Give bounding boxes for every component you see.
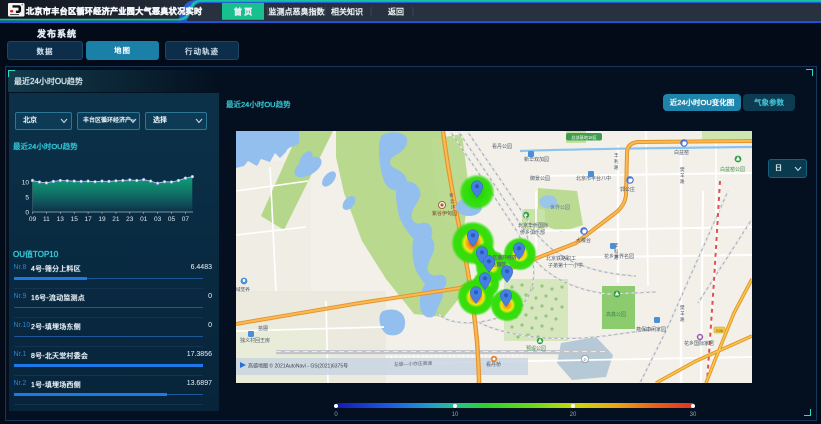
svg-text:15: 15 xyxy=(71,216,79,223)
svg-text:紫谷伊甸园: 紫谷伊甸园 xyxy=(432,210,457,217)
svg-text:21: 21 xyxy=(112,216,120,223)
svg-text:花乡国际家居: 花乡国际家居 xyxy=(684,340,714,347)
svg-text:侨乡俱乐部: 侨乡俱乐部 xyxy=(520,229,545,236)
svg-text:利: 利 xyxy=(614,158,619,164)
svg-text:S36: S36 xyxy=(716,328,724,333)
svg-text:13: 13 xyxy=(57,216,65,223)
svg-text:路: 路 xyxy=(680,178,685,185)
svg-text:御景公园: 御景公园 xyxy=(530,175,550,182)
svg-text:5: 5 xyxy=(25,195,29,202)
svg-text:07: 07 xyxy=(182,216,190,223)
svg-text:北京华侨国际: 北京华侨国际 xyxy=(518,222,548,229)
svg-text:01: 01 xyxy=(140,216,148,223)
svg-text:首 页: 首 页 xyxy=(234,7,252,17)
svg-text:05: 05 xyxy=(168,216,176,223)
svg-text:新华双加园: 新华双加园 xyxy=(524,156,549,163)
svg-text:燕保康闲家园: 燕保康闲家园 xyxy=(636,326,666,333)
svg-text:子弟第十一小学: 子弟第十一小学 xyxy=(548,262,583,269)
svg-text:域堡养: 域堡养 xyxy=(236,286,250,293)
svg-text:世界公园: 世界公园 xyxy=(550,204,570,211)
svg-text:白盆窑公园: 白盆窑公园 xyxy=(720,166,745,173)
svg-text:03: 03 xyxy=(154,216,162,223)
svg-text:樊: 樊 xyxy=(680,166,685,173)
svg-text:监测点恶臭指数: 监测点恶臭指数 xyxy=(269,7,325,17)
svg-text:总部基地18区: 总部基地18区 xyxy=(571,134,597,141)
svg-text:北京铁路职工: 北京铁路职工 xyxy=(546,255,576,262)
svg-text:路: 路 xyxy=(614,254,619,261)
svg-text:预堤公园: 预堤公园 xyxy=(526,345,546,352)
svg-text:大葆台: 大葆台 xyxy=(576,237,591,244)
svg-text:看丹公园: 看丹公园 xyxy=(492,143,512,150)
svg-text:北京市丰台区循环经济产业园大气恶臭状况实时: 北京市丰台区循环经济产业园大气恶臭状况实时 xyxy=(26,6,202,16)
svg-text:返回: 返回 xyxy=(388,8,404,17)
svg-text:路: 路 xyxy=(680,316,685,323)
svg-text:花乡世界名园: 花乡世界名园 xyxy=(604,253,634,260)
svg-text:23: 23 xyxy=(126,216,134,223)
svg-text:路: 路 xyxy=(614,164,619,171)
svg-text:科: 科 xyxy=(614,248,619,255)
svg-text:丰: 丰 xyxy=(614,152,619,159)
svg-text:10: 10 xyxy=(22,180,30,187)
svg-text:白盆窑: 白盆窑 xyxy=(674,149,689,156)
svg-text:09: 09 xyxy=(29,216,37,223)
svg-text:独义村回王房: 独义村回王房 xyxy=(240,337,270,344)
svg-text:17: 17 xyxy=(84,216,92,223)
svg-text:19: 19 xyxy=(98,216,106,223)
svg-text:高鑫公园: 高鑫公园 xyxy=(606,311,626,318)
svg-text:11: 11 xyxy=(43,216,50,223)
svg-text:高德地图 © 2021AutoNavi - GS(2021): 高德地图 © 2021AutoNavi - GS(2021)6375号 xyxy=(248,363,348,370)
svg-text:羊: 羊 xyxy=(680,172,685,179)
svg-text:青: 青 xyxy=(449,192,454,199)
svg-text:相关知识: 相关知识 xyxy=(331,7,363,17)
svg-text:郭公庄: 郭公庄 xyxy=(620,186,635,193)
svg-text:苗圃: 苗圃 xyxy=(258,326,268,332)
svg-text:0: 0 xyxy=(25,210,29,217)
svg-text:P: P xyxy=(583,357,586,362)
svg-text:羊: 羊 xyxy=(680,310,685,317)
svg-text:樊: 樊 xyxy=(680,304,685,311)
